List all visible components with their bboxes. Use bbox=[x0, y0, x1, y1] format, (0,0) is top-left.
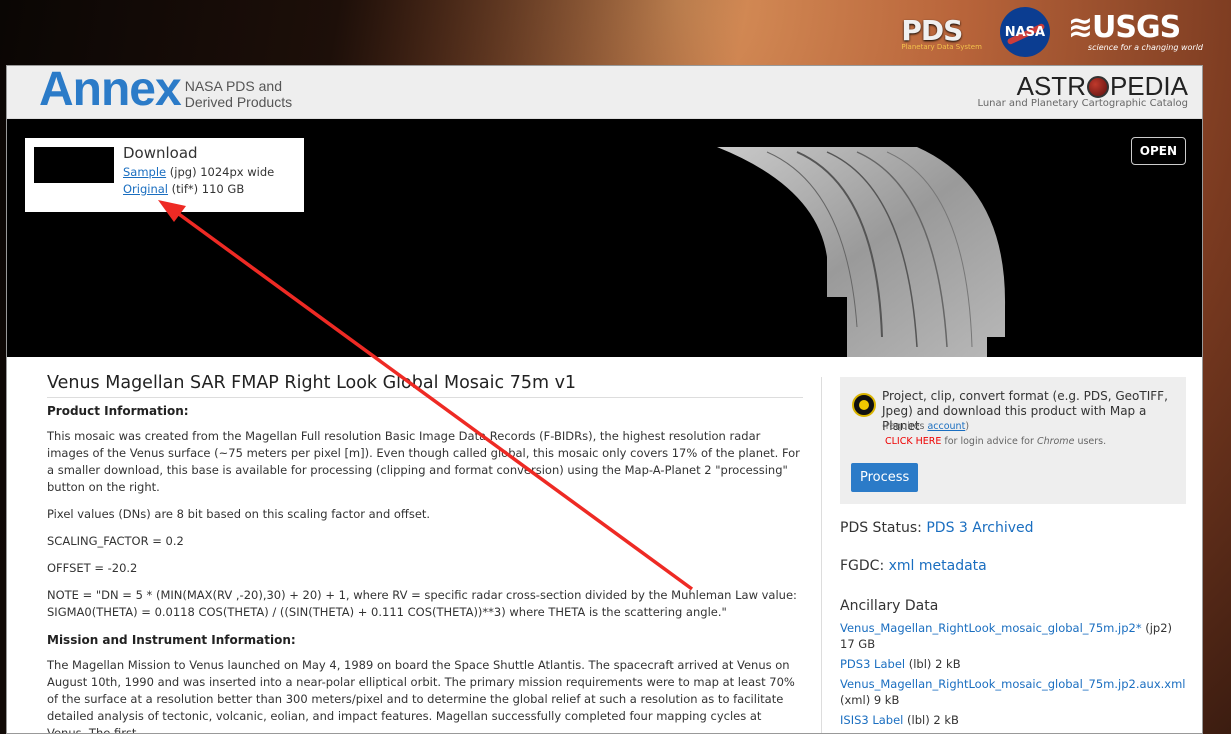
pds-logo-sub: Planetary Data System bbox=[901, 42, 982, 51]
annex-logo-sub: NASA PDS and Derived Products bbox=[184, 78, 293, 110]
astropedia-word: ASTR PEDIA bbox=[1016, 71, 1188, 101]
main-panel: Annex NASA PDS and Derived Products ASTR… bbox=[6, 65, 1203, 734]
sample-info: (jpg) 1024px wide bbox=[169, 165, 275, 179]
product-info-heading: Product Information: bbox=[47, 404, 189, 418]
pds-status: PDS Status: PDS 3 Archived bbox=[840, 520, 1034, 536]
download-box: Download Sample (jpg) 1024px wide Origin… bbox=[25, 138, 304, 212]
pds-logo[interactable]: PDS Planetary Data System bbox=[901, 14, 982, 51]
click-here-link[interactable]: CLICK HERE bbox=[885, 436, 941, 447]
usgs-logo[interactable]: ≋USGS science for a changing world bbox=[1067, 9, 1203, 52]
offset: OFFSET = -20.2 bbox=[47, 561, 138, 575]
nasa-logo[interactable]: NASA bbox=[999, 7, 1050, 57]
annex-logo[interactable]: Annex NASA PDS and Derived Products bbox=[39, 66, 292, 114]
download-sample-line: Sample (jpg) 1024px wide bbox=[123, 165, 274, 179]
site-header: Annex NASA PDS and Derived Products ASTR… bbox=[7, 66, 1202, 119]
jp2-link[interactable]: Venus_Magellan_RightLook_mosaic_global_7… bbox=[840, 621, 1142, 635]
usgs-logo-text: ≋USGS bbox=[1067, 9, 1181, 45]
original-info: (tif*) 110 GB bbox=[171, 182, 245, 196]
map-a-planet-icon bbox=[852, 393, 876, 417]
map-a-planet-box: Project, clip, convert format (e.g. PDS,… bbox=[840, 377, 1186, 504]
preview-hero: Download Sample (jpg) 1024px wide Origin… bbox=[7, 119, 1202, 357]
open-button[interactable]: OPEN bbox=[1130, 137, 1186, 165]
isis3-label-link[interactable]: ISIS3 Label bbox=[840, 713, 903, 727]
process-button[interactable]: Process bbox=[851, 463, 919, 492]
mosaic-preview-image bbox=[717, 147, 1006, 357]
download-info: Download Sample (jpg) 1024px wide Origin… bbox=[123, 144, 274, 196]
download-title: Download bbox=[123, 144, 198, 162]
fgdc-xml-link[interactable]: xml metadata bbox=[889, 558, 987, 574]
ancillary-item: PDS3 Label (lbl) 2 kB bbox=[840, 657, 961, 671]
account-link[interactable]: account bbox=[927, 421, 965, 432]
planet-icon bbox=[1086, 76, 1109, 98]
fgdc-row: FGDC: xml metadata bbox=[840, 558, 987, 574]
astropedia-logo[interactable]: ASTR PEDIA Lunar and Planetary Cartograph… bbox=[977, 72, 1188, 109]
product-description: Venus Magellan SAR FMAP Right Look Globa… bbox=[47, 357, 803, 734]
ancillary-item: Venus_Magellan_RightLook_mosaic_global_7… bbox=[840, 621, 1173, 651]
pds-status-link[interactable]: PDS 3 Archived bbox=[926, 520, 1033, 536]
download-thumbnail[interactable] bbox=[34, 147, 114, 183]
sample-download-link[interactable]: Sample bbox=[123, 165, 166, 179]
product-paragraph: This mosaic was created from the Magella… bbox=[47, 429, 800, 494]
note-paragraph: NOTE = "DN = 5 * (MIN(MAX(RV ,-20),30) +… bbox=[47, 588, 797, 619]
content-area: Venus Magellan SAR FMAP Right Look Globa… bbox=[7, 357, 1202, 734]
mission-paragraph: The Magellan Mission to Venus launched o… bbox=[47, 658, 795, 734]
ancillary-item: ISIS3 Label (lbl) 2 kB bbox=[840, 713, 959, 727]
ancillary-title: Ancillary Data bbox=[840, 598, 939, 614]
chrome-note: CLICK HERE for login advice for Chrome u… bbox=[885, 436, 1107, 447]
pds3-label-link[interactable]: PDS3 Label bbox=[840, 657, 905, 671]
annex-logo-word: Annex bbox=[39, 65, 182, 116]
pixel-values-paragraph: Pixel values (DNs) are 8 bit based on th… bbox=[47, 507, 431, 521]
original-download-link[interactable]: Original bbox=[123, 182, 168, 196]
nasa-logo-text: NASA bbox=[1004, 24, 1046, 40]
aux-xml-link[interactable]: Venus_Magellan_RightLook_mosaic_global_7… bbox=[840, 677, 1185, 691]
scaling-factor: SCALING_FACTOR = 0.2 bbox=[47, 534, 184, 548]
download-original-line: Original (tif*) 110 GB bbox=[123, 182, 274, 196]
top-logos: PDS Planetary Data System NASA ≋USGS sci… bbox=[901, 6, 1203, 58]
mission-heading: Mission and Instrument Information: bbox=[47, 633, 296, 647]
requires-account-note: (requires account) bbox=[882, 421, 970, 432]
sidebar: Project, clip, convert format (e.g. PDS,… bbox=[821, 377, 1201, 733]
usgs-logo-sub: science for a changing world bbox=[1087, 42, 1203, 52]
astropedia-tagline: Lunar and Planetary Cartographic Catalog bbox=[977, 98, 1188, 109]
ancillary-item: Venus_Magellan_RightLook_mosaic_global_7… bbox=[840, 677, 1186, 707]
product-title: Venus Magellan SAR FMAP Right Look Globa… bbox=[47, 373, 803, 398]
